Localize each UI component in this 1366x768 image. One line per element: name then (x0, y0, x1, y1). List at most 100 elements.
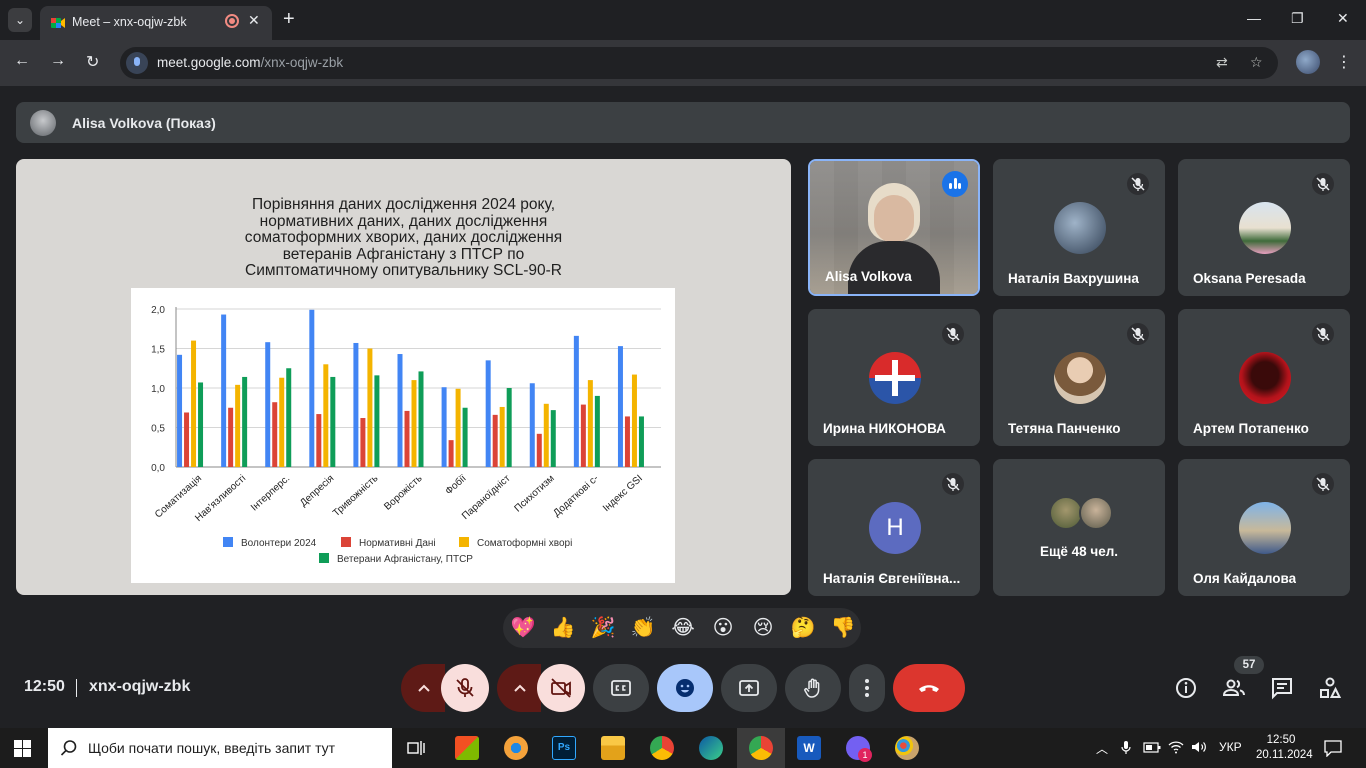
chart-bar (353, 342, 359, 467)
meet-favicon-icon (51, 18, 65, 28)
chevron-up-icon (418, 684, 430, 692)
browser-tab[interactable]: Meet – xnx-oqjw-zbk ✕ (40, 6, 272, 40)
forward-icon[interactable]: → (50, 52, 66, 70)
reactions-button[interactable] (657, 664, 713, 712)
site-mic-icon[interactable] (126, 52, 148, 74)
participant-name: Наталія Вахрушина (1008, 271, 1139, 286)
task-view-icon[interactable] (406, 738, 426, 758)
activities-icon[interactable] (1318, 676, 1342, 700)
chrome-active-icon[interactable] (749, 736, 773, 760)
new-tab-button[interactable]: + (283, 8, 295, 31)
notifications-icon[interactable] (1324, 739, 1342, 757)
raise-hand-button[interactable] (785, 664, 841, 712)
volume-icon[interactable] (1191, 740, 1209, 754)
y-tick-label: 1,5 (151, 345, 165, 356)
chart-bar (235, 384, 241, 467)
participant-tile[interactable]: Оля Кайдалова (1178, 459, 1350, 596)
edge-icon[interactable] (699, 736, 723, 760)
reaction-thumbs-down[interactable]: 👎 (829, 615, 857, 640)
reaction-party[interactable]: 🎉 (589, 615, 617, 640)
chart-bar (624, 416, 630, 467)
omnibox[interactable]: meet.google.com/xnx-oqjw-zbk ⇄ ☆ (120, 47, 1278, 79)
battery-icon[interactable] (1143, 742, 1161, 753)
photoshop-icon[interactable]: Ps (552, 736, 576, 760)
reaction-clap[interactable]: 👏 (629, 615, 657, 640)
tray-chevron-icon[interactable]: ︿ (1096, 740, 1108, 757)
people-icon[interactable] (1222, 676, 1246, 700)
present-screen-icon (739, 680, 759, 696)
tray-mic-icon[interactable] (1120, 740, 1132, 756)
video-options-button[interactable] (497, 664, 541, 712)
taskbar-clock[interactable]: 12:50 20.11.2024 (1256, 733, 1313, 763)
reaction-surprised[interactable]: 😮 (709, 615, 737, 640)
close-window-icon[interactable]: ✕ (1337, 10, 1349, 27)
reaction-laugh[interactable]: 😂 (669, 615, 697, 640)
taskbar-date: 20.11.2024 (1256, 749, 1313, 761)
chat-icon[interactable] (1270, 676, 1294, 700)
chart-bar (309, 309, 315, 467)
meeting-info-icon[interactable] (1174, 676, 1198, 700)
chart-bar (397, 354, 403, 467)
close-tab-icon[interactable]: ✕ (248, 12, 260, 29)
translate-icon[interactable]: ⇄ (1216, 54, 1228, 71)
chart-bar (462, 407, 468, 467)
taskbar-search-box[interactable]: Щоби почати пошук, введіть запит тут (48, 728, 392, 768)
tab-search-button[interactable]: ⌄ (8, 8, 32, 32)
participant-avatar (1239, 352, 1291, 404)
reload-icon[interactable]: ↻ (86, 52, 99, 72)
hang-up-icon (919, 685, 939, 692)
camera-toggle-button[interactable] (537, 664, 585, 712)
paint-icon[interactable] (895, 736, 919, 760)
present-screen-button[interactable] (721, 664, 777, 712)
chart-container: 0,0 0,5 1,0 1,5 2,0 Соматизація Нав'язливості І… (131, 288, 675, 583)
presenter-bar: Alisa Volkova (Показ) (16, 102, 1350, 143)
eye-app-icon[interactable] (504, 736, 528, 760)
file-explorer-icon[interactable] (601, 736, 625, 760)
legend-swatch (223, 537, 233, 547)
back-icon[interactable]: ← (14, 52, 30, 70)
reaction-thumbs-up[interactable]: 👍 (549, 615, 577, 640)
chart-bar (506, 388, 512, 467)
mic-muted-icon (1312, 323, 1334, 345)
url-text[interactable]: meet.google.com/xnx-oqjw-zbk (157, 55, 343, 70)
reaction-thinking[interactable]: 🤔 (789, 615, 817, 640)
chrome-icon[interactable] (650, 736, 674, 760)
participant-initial-avatar: Н (869, 502, 921, 554)
browser-menu-icon[interactable]: ⋮ (1336, 52, 1352, 72)
x-tick-label: Тривожність (331, 473, 380, 519)
chart-bar (272, 402, 278, 467)
participant-tile[interactable]: Alisa Volkova (808, 159, 980, 296)
leave-call-button[interactable] (893, 664, 965, 712)
profile-avatar[interactable] (1296, 50, 1320, 74)
reaction-sad[interactable]: 😢 (749, 615, 777, 640)
chart-bar (198, 382, 204, 467)
restore-icon[interactable]: ❐ (1291, 10, 1304, 27)
participant-tile[interactable]: Тетяна Панченко (993, 309, 1165, 446)
raise-hand-icon (804, 678, 820, 698)
windows-start-icon[interactable] (14, 740, 31, 757)
y-tick-label: 2,0 (151, 305, 165, 316)
microphone-toggle-button[interactable] (441, 664, 489, 712)
word-icon[interactable]: W (797, 736, 821, 760)
bookmark-star-icon[interactable]: ☆ (1250, 54, 1263, 71)
microsoft-store-icon[interactable] (455, 736, 479, 760)
audio-options-button[interactable] (401, 664, 445, 712)
legend-swatch (319, 553, 329, 563)
participant-tile[interactable]: Oksana Peresada (1178, 159, 1350, 296)
participant-tile[interactable]: Артем Потапенко (1178, 309, 1350, 446)
captions-button[interactable] (593, 664, 649, 712)
divider (76, 679, 77, 697)
participant-name: Наталія Євгеніївна... (823, 571, 961, 586)
meeting-clock: 12:50 (24, 678, 65, 695)
participant-avatar (869, 352, 921, 404)
more-participants-tile[interactable]: Ещё 48 чел. (993, 459, 1165, 596)
participant-tile[interactable]: Н Наталія Євгеніївна... (808, 459, 980, 596)
chart-bar (242, 376, 248, 467)
reaction-sparkling-heart[interactable]: 💖 (509, 615, 537, 640)
participant-tile[interactable]: Наталія Вахрушина (993, 159, 1165, 296)
participant-tile[interactable]: Ирина НИКОНОВА (808, 309, 980, 446)
more-options-button[interactable] (849, 664, 885, 712)
minimize-icon[interactable]: — (1247, 10, 1261, 26)
input-language[interactable]: УКР (1219, 740, 1242, 754)
wifi-icon[interactable] (1168, 740, 1184, 754)
